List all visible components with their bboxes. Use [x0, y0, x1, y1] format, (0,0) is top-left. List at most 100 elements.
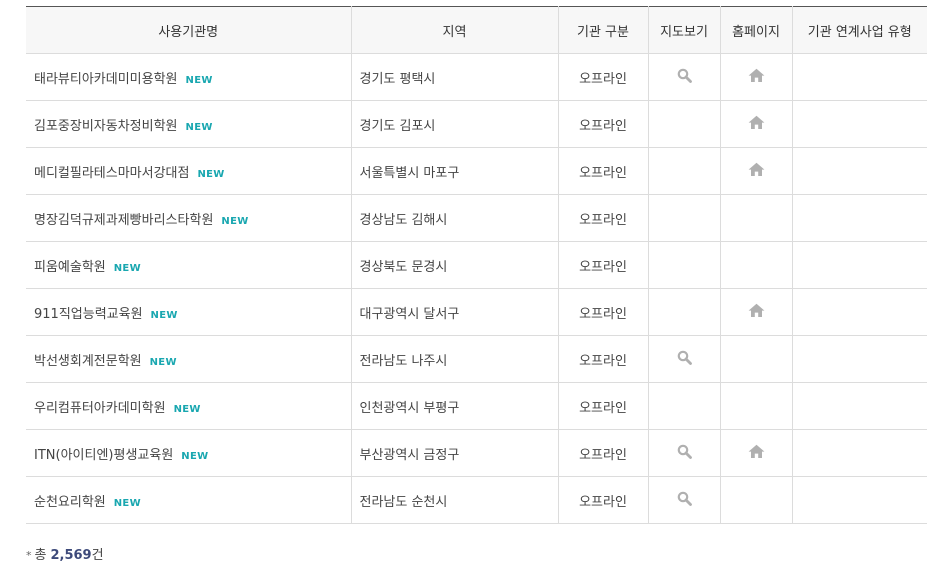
homepage-cell	[720, 53, 793, 101]
linked-type-cell	[792, 288, 927, 336]
homepage-cell	[720, 335, 793, 383]
institution-name-cell: 박선생회계전문학원 NEW	[26, 335, 352, 383]
magnifier-icon[interactable]	[677, 350, 692, 369]
linked-type-cell	[792, 476, 927, 524]
table-row: 김포중장비자동차정비학원 NEW 경기도 김포시 오프라인	[26, 100, 927, 148]
header-home[interactable]: 홈페이지	[720, 6, 793, 54]
homepage-cell	[720, 147, 793, 195]
type-cell: 오프라인	[558, 147, 649, 195]
linked-type-cell	[792, 147, 927, 195]
total-count-value: 2,569	[50, 548, 92, 563]
map-cell	[648, 241, 721, 289]
linked-type-cell	[792, 335, 927, 383]
region-cell: 서울특별시 마포구	[351, 147, 559, 195]
map-cell	[648, 147, 721, 195]
institution-name-link[interactable]: 명장김덕규제과제빵바리스타학원	[34, 213, 213, 228]
homepage-cell	[720, 476, 793, 524]
institution-name-cell: 메디컬필라테스마마서강대점 NEW	[26, 147, 352, 195]
magnifier-icon[interactable]	[677, 444, 692, 463]
homepage-cell	[720, 241, 793, 289]
type-cell: 오프라인	[558, 382, 649, 430]
institution-name-cell: 순천요리학원 NEW	[26, 476, 352, 524]
institution-name-cell: 피움예술학원 NEW	[26, 241, 352, 289]
institution-name-cell: 김포중장비자동차정비학원 NEW	[26, 100, 352, 148]
institution-name-link[interactable]: 우리컴퓨터아카데미학원	[34, 401, 166, 416]
new-badge: NEW	[173, 403, 201, 415]
new-badge: NEW	[113, 262, 141, 274]
region-cell: 경기도 김포시	[351, 100, 559, 148]
homepage-cell	[720, 194, 793, 242]
map-cell	[648, 429, 721, 477]
type-cell: 오프라인	[558, 476, 649, 524]
home-icon[interactable]	[748, 162, 765, 181]
table-row: ITN(아이티엔)평생교육원 NEW 부산광역시 금정구 오프라인	[26, 429, 927, 477]
type-cell: 오프라인	[558, 241, 649, 289]
home-icon[interactable]	[748, 115, 765, 134]
total-marker: *	[26, 549, 32, 562]
institution-name-cell: 911직업능력교육원 NEW	[26, 288, 352, 336]
header-name[interactable]: 사용기관명	[26, 6, 352, 54]
new-badge: NEW	[150, 309, 178, 321]
new-badge: NEW	[185, 121, 213, 133]
linked-type-cell	[792, 429, 927, 477]
table-body: 태라뷰티아카데미미용학원 NEW 경기도 평택시 오프라인 김포중장비자동차정비학원 NE…	[26, 53, 927, 524]
map-cell	[648, 382, 721, 430]
region-cell: 경기도 평택시	[351, 53, 559, 101]
new-badge: NEW	[181, 450, 209, 462]
table-row: 우리컴퓨터아카데미학원 NEW 인천광역시 부평구 오프라인	[26, 382, 927, 430]
map-cell	[648, 100, 721, 148]
linked-type-cell	[792, 53, 927, 101]
institution-name-cell: 태라뷰티아카데미미용학원 NEW	[26, 53, 352, 101]
region-cell: 경상남도 김해시	[351, 194, 559, 242]
type-cell: 오프라인	[558, 194, 649, 242]
institution-name-cell: 명장김덕규제과제빵바리스타학원 NEW	[26, 194, 352, 242]
new-badge: NEW	[221, 215, 249, 227]
total-prefix: 총	[34, 548, 47, 563]
new-badge: NEW	[185, 74, 213, 86]
institution-name-link[interactable]: 박선생회계전문학원	[34, 354, 142, 369]
header-linked-type[interactable]: 기관 연계사업 유형	[792, 6, 927, 54]
map-cell	[648, 476, 721, 524]
map-cell	[648, 194, 721, 242]
institution-name-link[interactable]: 메디컬필라테스마마서강대점	[34, 166, 189, 181]
header-type[interactable]: 기관 구분	[558, 6, 649, 54]
home-icon[interactable]	[748, 68, 765, 87]
type-cell: 오프라인	[558, 100, 649, 148]
new-badge: NEW	[197, 168, 225, 180]
institution-name-cell: ITN(아이티엔)평생교육원 NEW	[26, 429, 352, 477]
map-cell	[648, 335, 721, 383]
region-cell: 인천광역시 부평구	[351, 382, 559, 430]
institution-name-link[interactable]: 피움예술학원	[34, 260, 106, 275]
institution-name-link[interactable]: ITN(아이티엔)평생교육원	[34, 448, 173, 463]
region-cell: 전라남도 나주시	[351, 335, 559, 383]
type-cell: 오프라인	[558, 53, 649, 101]
institution-name-link[interactable]: 911직업능력교육원	[34, 307, 143, 322]
institution-table: 사용기관명 지역 기관 구분 지도보기 홈페이지 기관 연계사업 유형 태라뷰티…	[26, 6, 927, 524]
header-map[interactable]: 지도보기	[648, 6, 721, 54]
institution-name-cell: 우리컴퓨터아카데미학원 NEW	[26, 382, 352, 430]
magnifier-icon[interactable]	[677, 491, 692, 510]
institution-name-link[interactable]: 김포중장비자동차정비학원	[34, 119, 178, 134]
linked-type-cell	[792, 194, 927, 242]
table-row: 태라뷰티아카데미미용학원 NEW 경기도 평택시 오프라인	[26, 53, 927, 101]
new-badge: NEW	[113, 497, 141, 509]
type-cell: 오프라인	[558, 429, 649, 477]
linked-type-cell	[792, 241, 927, 289]
header-region[interactable]: 지역	[351, 6, 559, 54]
institution-name-link[interactable]: 순천요리학원	[34, 495, 106, 510]
institution-table-container: 사용기관명 지역 기관 구분 지도보기 홈페이지 기관 연계사업 유형 태라뷰티…	[26, 6, 927, 524]
new-badge: NEW	[149, 356, 177, 368]
total-count: * 총 2,569건	[26, 544, 104, 563]
linked-type-cell	[792, 382, 927, 430]
homepage-cell	[720, 382, 793, 430]
table-row: 순천요리학원 NEW 전라남도 순천시 오프라인	[26, 476, 927, 524]
homepage-cell	[720, 100, 793, 148]
home-icon[interactable]	[748, 444, 765, 463]
region-cell: 경상북도 문경시	[351, 241, 559, 289]
home-icon[interactable]	[748, 303, 765, 322]
homepage-cell	[720, 288, 793, 336]
table-row: 박선생회계전문학원 NEW 전라남도 나주시 오프라인	[26, 335, 927, 383]
institution-name-link[interactable]: 태라뷰티아카데미미용학원	[34, 72, 178, 87]
table-row: 메디컬필라테스마마서강대점 NEW 서울특별시 마포구 오프라인	[26, 147, 927, 195]
magnifier-icon[interactable]	[677, 68, 692, 87]
